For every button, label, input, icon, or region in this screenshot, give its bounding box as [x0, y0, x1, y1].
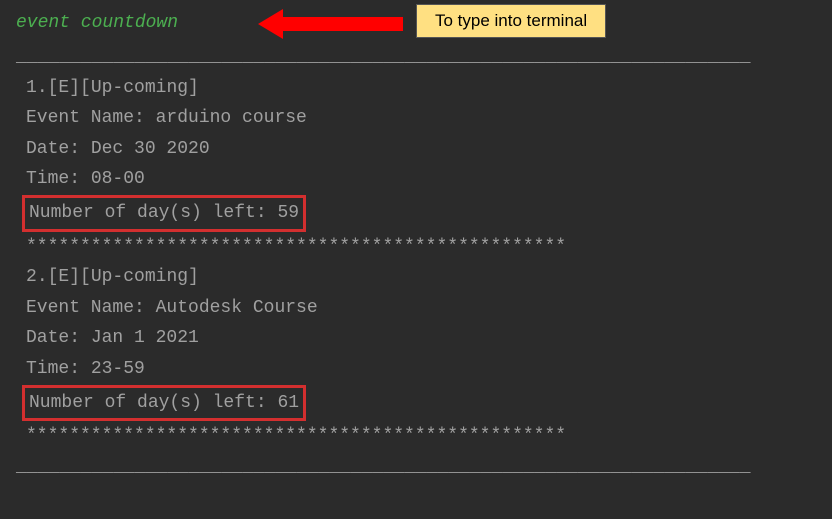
event-time-line: Time: 23-59 — [26, 354, 816, 385]
horizontal-rule: ________________________________________… — [16, 452, 816, 483]
event-header: 1.[E][Up-coming] — [26, 73, 816, 104]
separator: ****************************************… — [26, 421, 816, 452]
highlight-box: Number of day(s) left: 59 — [22, 195, 306, 232]
horizontal-rule: ________________________________________… — [16, 42, 816, 73]
event-days-line: Number of day(s) left: 59 — [26, 195, 816, 232]
highlight-box: Number of day(s) left: 61 — [22, 385, 306, 422]
event-time-line: Time: 08-00 — [26, 164, 816, 195]
event-name-line: Event Name: Autodesk Course — [26, 293, 816, 324]
event-days-line: Number of day(s) left: 61 — [26, 385, 816, 422]
terminal-output: ________________________________________… — [16, 42, 816, 482]
event-header: 2.[E][Up-coming] — [26, 262, 816, 293]
event-name-line: Event Name: arduino course — [26, 103, 816, 134]
terminal-command[interactable]: event countdown — [16, 13, 178, 33]
event-date-line: Date: Jan 1 2021 — [26, 323, 816, 354]
separator: ****************************************… — [26, 232, 816, 263]
arrow-annotation — [258, 14, 403, 34]
annotation-label: To type into terminal — [416, 4, 606, 38]
event-date-line: Date: Dec 30 2020 — [26, 134, 816, 165]
